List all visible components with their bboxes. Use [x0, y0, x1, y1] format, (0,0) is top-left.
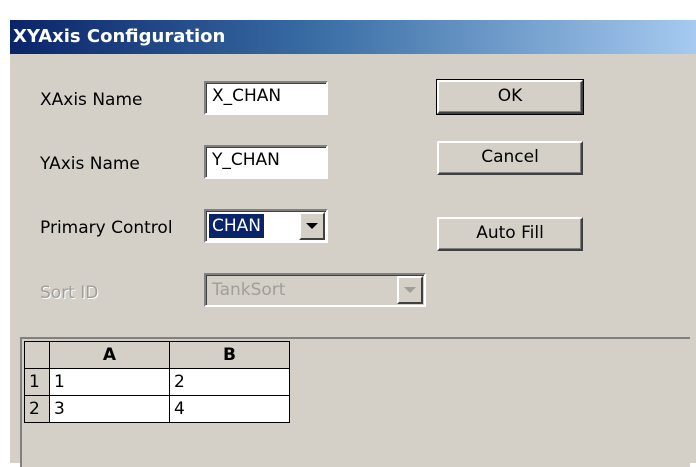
grid-table: A B 1 1 2 2 3 4: [24, 341, 290, 423]
sort-id-value: TankSort: [212, 280, 286, 300]
window-title-bar[interactable]: XYAxis Configuration: [10, 20, 696, 54]
dialog-body: XAxis Name X_CHAN YAxis Name Y_CHAN Prim…: [10, 54, 696, 467]
yaxis-name-input[interactable]: Y_CHAN: [204, 145, 328, 179]
xaxis-name-label: XAxis Name: [40, 90, 143, 110]
ok-button[interactable]: OK: [436, 79, 584, 115]
table-row: 1 1 2: [24, 368, 290, 396]
primary-control-dropdown-button[interactable]: [299, 212, 325, 240]
sort-id-label: Sort ID: [40, 283, 99, 303]
grid-cell[interactable]: 3: [49, 395, 170, 423]
data-grid[interactable]: A B 1 1 2 2 3 4: [20, 337, 690, 467]
auto-fill-button[interactable]: Auto Fill: [437, 217, 583, 251]
column-header-a[interactable]: A: [49, 341, 170, 369]
grid-cell[interactable]: 4: [169, 395, 290, 423]
grid-cell[interactable]: 2: [169, 368, 290, 396]
sort-id-dropdown-button: [397, 276, 423, 304]
grid-cell[interactable]: 1: [49, 368, 170, 396]
column-header-b[interactable]: B: [169, 341, 290, 369]
row-header[interactable]: 2: [24, 395, 50, 423]
primary-control-value: CHAN: [209, 214, 264, 238]
yaxis-name-label: YAxis Name: [40, 154, 140, 174]
row-header[interactable]: 1: [24, 368, 50, 396]
xaxis-name-input[interactable]: X_CHAN: [204, 81, 328, 115]
table-row: 2 3 4: [24, 395, 290, 423]
primary-control-label: Primary Control: [40, 218, 173, 238]
grid-corner-cell[interactable]: [24, 341, 50, 369]
window-title: XYAxis Configuration: [13, 26, 226, 47]
cancel-button[interactable]: Cancel: [437, 141, 583, 175]
chevron-down-icon: [404, 287, 416, 293]
primary-control-select[interactable]: CHAN: [204, 209, 328, 243]
sort-id-select: TankSort: [204, 273, 426, 307]
chevron-down-icon: [306, 223, 318, 229]
